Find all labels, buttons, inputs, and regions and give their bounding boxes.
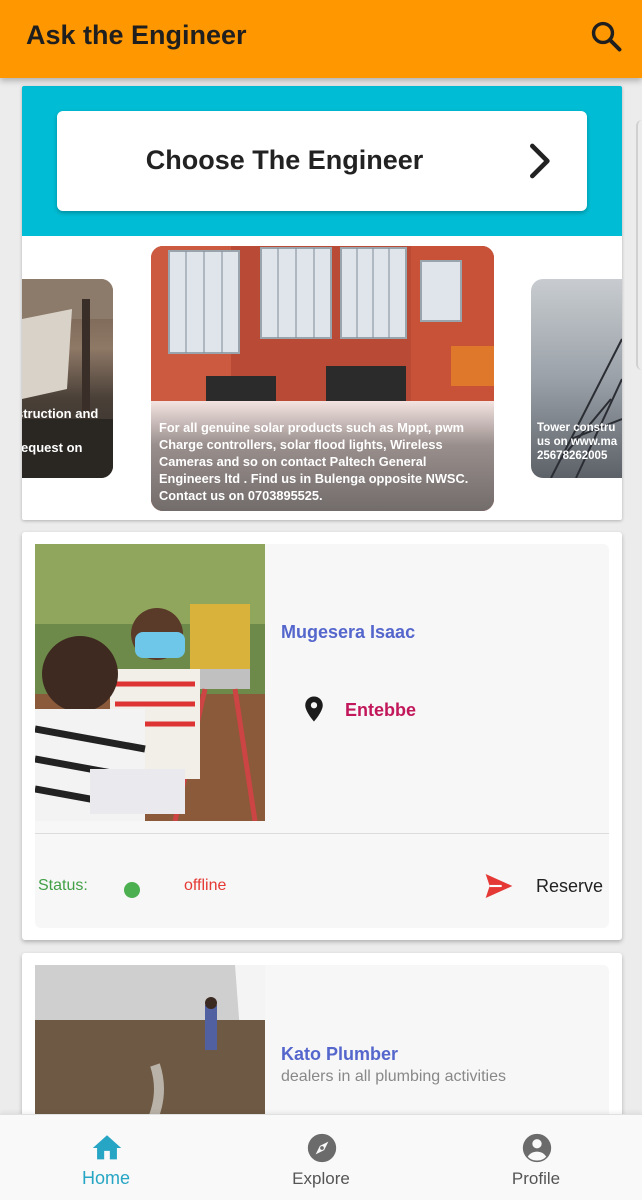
nav-explore[interactable]: Explore: [261, 1115, 381, 1200]
card-divider: [35, 833, 609, 834]
app-title: Ask the Engineer: [26, 20, 247, 50]
engineer-description: dealers in all plumbing activities: [281, 1068, 506, 1085]
account-circle-icon: [522, 1133, 552, 1163]
nav-home[interactable]: Home: [46, 1115, 166, 1200]
carousel-caption-current: For all genuine solar products such as M…: [159, 420, 469, 503]
choose-engineer-label: Choose The Engineer: [145, 145, 424, 175]
app-bar: Ask the Engineer: [0, 0, 642, 78]
status-label: Status:: [38, 877, 88, 894]
reserve-button[interactable]: Reserve: [536, 876, 603, 897]
status-indicator: [124, 882, 140, 898]
nav-profile[interactable]: Profile: [476, 1115, 596, 1200]
location-pin-icon: [305, 696, 323, 722]
carousel-slide-current[interactable]: For all genuine solar products such as M…: [151, 246, 494, 511]
scrollbar[interactable]: [636, 120, 642, 370]
engineer-location: Entebbe: [345, 700, 417, 720]
send-icon[interactable]: [481, 870, 517, 902]
choose-engineer-button[interactable]: Choose The Engineer: [57, 111, 587, 211]
carousel-slide-next[interactable]: Tower constru us on www.ma 25678262005: [531, 279, 622, 478]
nav-profile-label: Profile: [511, 1169, 561, 1188]
engineer-photo: [35, 544, 265, 821]
engineer-name[interactable]: Kato Plumber: [281, 1044, 398, 1065]
engineer-card[interactable]: Mugesera Isaac Entebbe Status: offline R…: [22, 532, 622, 940]
carousel-caption-next: Tower constru us on www.ma 25678262005: [537, 422, 618, 462]
carousel-caption-previous: struction and request on: [22, 406, 99, 455]
search-icon[interactable]: [588, 18, 624, 54]
chevron-right-icon: [530, 143, 550, 179]
nav-explore-label: Explore: [292, 1169, 350, 1188]
engineer-name[interactable]: Mugesera Isaac: [281, 622, 415, 643]
bottom-navigation: Home Explore Profile: [0, 1114, 642, 1200]
engineer-card-body: Mugesera Isaac Entebbe Status: offline R…: [35, 544, 609, 928]
status-value: offline: [184, 877, 227, 894]
compass-icon: [307, 1133, 337, 1163]
home-icon: [92, 1135, 122, 1160]
nav-home-label: Home: [81, 1168, 130, 1188]
featured-card: Choose The Engineer struction and request…: [22, 86, 622, 520]
engineer-photo: [35, 965, 265, 1125]
carousel-slide-previous[interactable]: struction and request on: [22, 279, 113, 478]
